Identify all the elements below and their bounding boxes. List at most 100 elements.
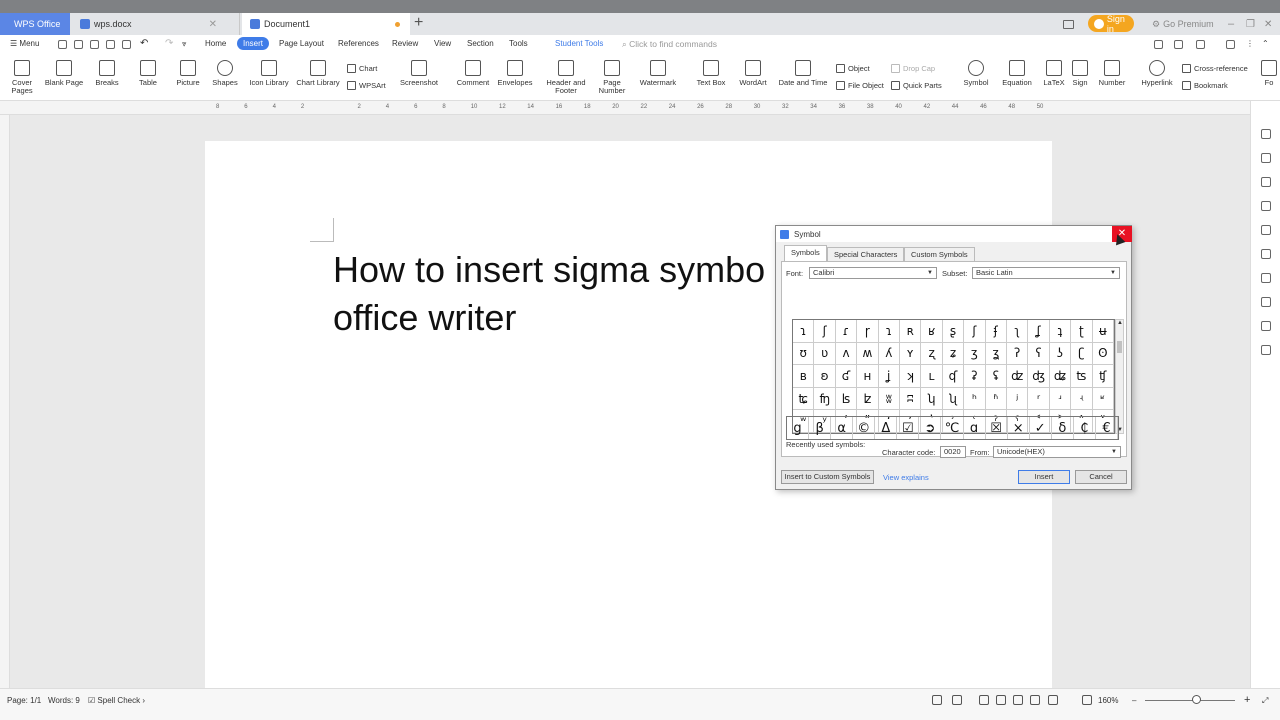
symbol-cell[interactable]: ʬ [878, 387, 900, 411]
horizontal-ruler[interactable]: 8 6 4 2 2 4 6 8 10 12 14 16 18 20 22 24 26 28 30 32 34 36 38 40… [0, 101, 1250, 115]
symbol-cell[interactable]: ʫ [857, 387, 879, 411]
symbol-cell[interactable]: ʵ [1071, 387, 1093, 411]
symbol-cell[interactable]: ʚ [814, 365, 836, 388]
print-preview-icon[interactable] [122, 40, 131, 49]
recent-symbol-cell[interactable]: ☒ [986, 417, 1008, 439]
drop-cap-button[interactable]: Drop Cap [891, 64, 935, 73]
symbol-cell[interactable]: ʏ [899, 342, 922, 366]
layers-icon[interactable] [1261, 321, 1271, 331]
symbol-cell[interactable]: ʴ [1049, 387, 1072, 411]
symbol-cell[interactable]: ʁ [921, 320, 943, 343]
print-icon[interactable] [106, 40, 115, 49]
cloud-icon[interactable] [1196, 40, 1205, 49]
symbol-cell[interactable]: ʣ [1006, 365, 1029, 388]
symbol-cell[interactable]: ʀ [899, 320, 922, 343]
menu-page-layout[interactable]: Page Layout [279, 39, 324, 48]
recent-symbol-cell[interactable]: g [787, 417, 810, 439]
symbol-cell[interactable]: ʓ [985, 342, 1007, 366]
tab-document1[interactable]: Document1 [242, 13, 410, 35]
latex-button[interactable]: LaTeX [1042, 60, 1066, 87]
symbol-cell[interactable]: ʳ [1028, 387, 1050, 411]
symbol-cell[interactable]: ʮ [921, 387, 943, 411]
code-icon[interactable] [1261, 249, 1271, 259]
symbol-cell[interactable]: ʇ [1049, 320, 1072, 343]
font-select[interactable]: Calibri ▼ [809, 267, 937, 279]
help-icon[interactable] [1261, 345, 1271, 355]
envelopes-button[interactable]: Envelopes [496, 60, 534, 87]
symbol-cell[interactable]: ʆ [1028, 320, 1050, 343]
comment-button[interactable]: Comment [455, 60, 491, 87]
history-icon[interactable] [1261, 297, 1271, 307]
quick-parts-button[interactable]: Quick Parts [891, 81, 942, 90]
undo-icon[interactable]: ↶ [140, 38, 148, 49]
symbol-cell[interactable]: ʘ [1092, 342, 1114, 366]
sign-button[interactable]: Sign [1068, 60, 1092, 87]
symbol-cell[interactable]: ʦ [1071, 365, 1093, 388]
menu-button[interactable]: ☰ Menu [10, 39, 39, 48]
symbol-cell[interactable]: ʒ [964, 342, 986, 366]
menu-student-tools[interactable]: Student Tools [555, 39, 603, 48]
lock-icon[interactable] [1261, 201, 1271, 211]
insert-button[interactable]: Insert [1018, 470, 1070, 484]
scrollbar-thumb[interactable] [1117, 341, 1122, 353]
edit-icon[interactable] [1261, 225, 1271, 235]
sign-in-button[interactable]: Sign in [1088, 14, 1134, 34]
cancel-button[interactable]: Cancel [1075, 470, 1127, 484]
symbol-cell[interactable]: ʧ [1092, 365, 1114, 388]
cross-reference-button[interactable]: Cross-reference [1182, 64, 1248, 73]
symbol-cell[interactable]: ʡ [964, 365, 986, 388]
table-button[interactable]: Table [134, 60, 162, 87]
focus-mode-icon[interactable] [932, 695, 942, 705]
character-code-input[interactable]: 0020 [940, 446, 966, 458]
date-time-button[interactable]: Date and Time [778, 60, 828, 87]
recent-symbol-cell[interactable]: × [1008, 417, 1030, 439]
symbol-cell[interactable]: ɾ [835, 320, 858, 343]
symbol-cell[interactable]: ʑ [942, 342, 965, 366]
symbol-cell[interactable]: ʄ [985, 320, 1007, 343]
wordart-button[interactable]: WordArt [734, 60, 772, 87]
recent-symbol-cell[interactable]: δ [1052, 417, 1074, 439]
collapse-ribbon-icon[interactable]: ⌃ [1262, 39, 1269, 48]
recent-symbol-cell[interactable]: Δ [875, 417, 898, 439]
comment-icon[interactable] [1226, 40, 1235, 49]
symbol-cell[interactable]: ʨ [793, 387, 815, 411]
recent-symbol-cell[interactable]: © [853, 417, 876, 439]
window-layout-icon[interactable] [1063, 13, 1074, 35]
page-number-button[interactable]: Page Number [594, 60, 630, 95]
symbol-cell[interactable]: ʃ [964, 320, 986, 343]
fullscreen-icon[interactable]: ⤢ [1262, 696, 1268, 706]
equation-button[interactable]: Equation [998, 60, 1036, 87]
icon-library-button[interactable]: Icon Library [248, 60, 290, 87]
open-folder-icon[interactable] [58, 40, 67, 49]
breaks-button[interactable]: Breaks [92, 60, 122, 87]
symbol-cell[interactable]: ʤ [1028, 365, 1050, 388]
menu-home[interactable]: Home [205, 39, 226, 48]
symbol-cell[interactable]: ʖ [1049, 342, 1072, 366]
restore-button[interactable]: ❐ [1246, 13, 1255, 35]
symbol-cell[interactable]: ʎ [878, 342, 900, 366]
spell-check-button[interactable]: ☑ Spell Check › [88, 696, 145, 705]
pointer-icon[interactable] [1261, 153, 1271, 163]
screenshot-button[interactable]: Screenshot [396, 60, 442, 87]
menu-insert[interactable]: Insert [237, 37, 270, 50]
watermark-button[interactable]: Watermark [636, 60, 680, 87]
recent-symbol-cell[interactable]: ☑ [897, 417, 920, 439]
dialog-title-bar[interactable]: Symbol [776, 226, 1131, 242]
symbol-cell[interactable]: ʐ [921, 342, 943, 366]
symbol-cell[interactable]: ʲ [1006, 387, 1029, 411]
minimize-button[interactable]: – [1228, 13, 1234, 35]
chart-button[interactable]: Chart [347, 64, 377, 73]
fit-page-icon[interactable] [1082, 695, 1092, 705]
tab-close-icon[interactable]: ✕ [209, 19, 217, 30]
share-icon[interactable] [1174, 40, 1183, 49]
word-count[interactable]: Words: 9 [48, 696, 80, 705]
save-icon[interactable] [90, 40, 99, 49]
menu-tools[interactable]: Tools [509, 39, 528, 48]
page-view-icon[interactable] [979, 695, 989, 705]
recent-symbol-cell[interactable]: ➲ [919, 417, 942, 439]
symbol-cell[interactable]: ʌ [835, 342, 858, 366]
reading-view-icon[interactable] [1013, 695, 1023, 705]
tab-special-characters[interactable]: Special Characters [827, 247, 905, 261]
document-text[interactable]: How to insert sigma symbo office writer [333, 246, 793, 342]
file-icon[interactable] [74, 40, 83, 49]
